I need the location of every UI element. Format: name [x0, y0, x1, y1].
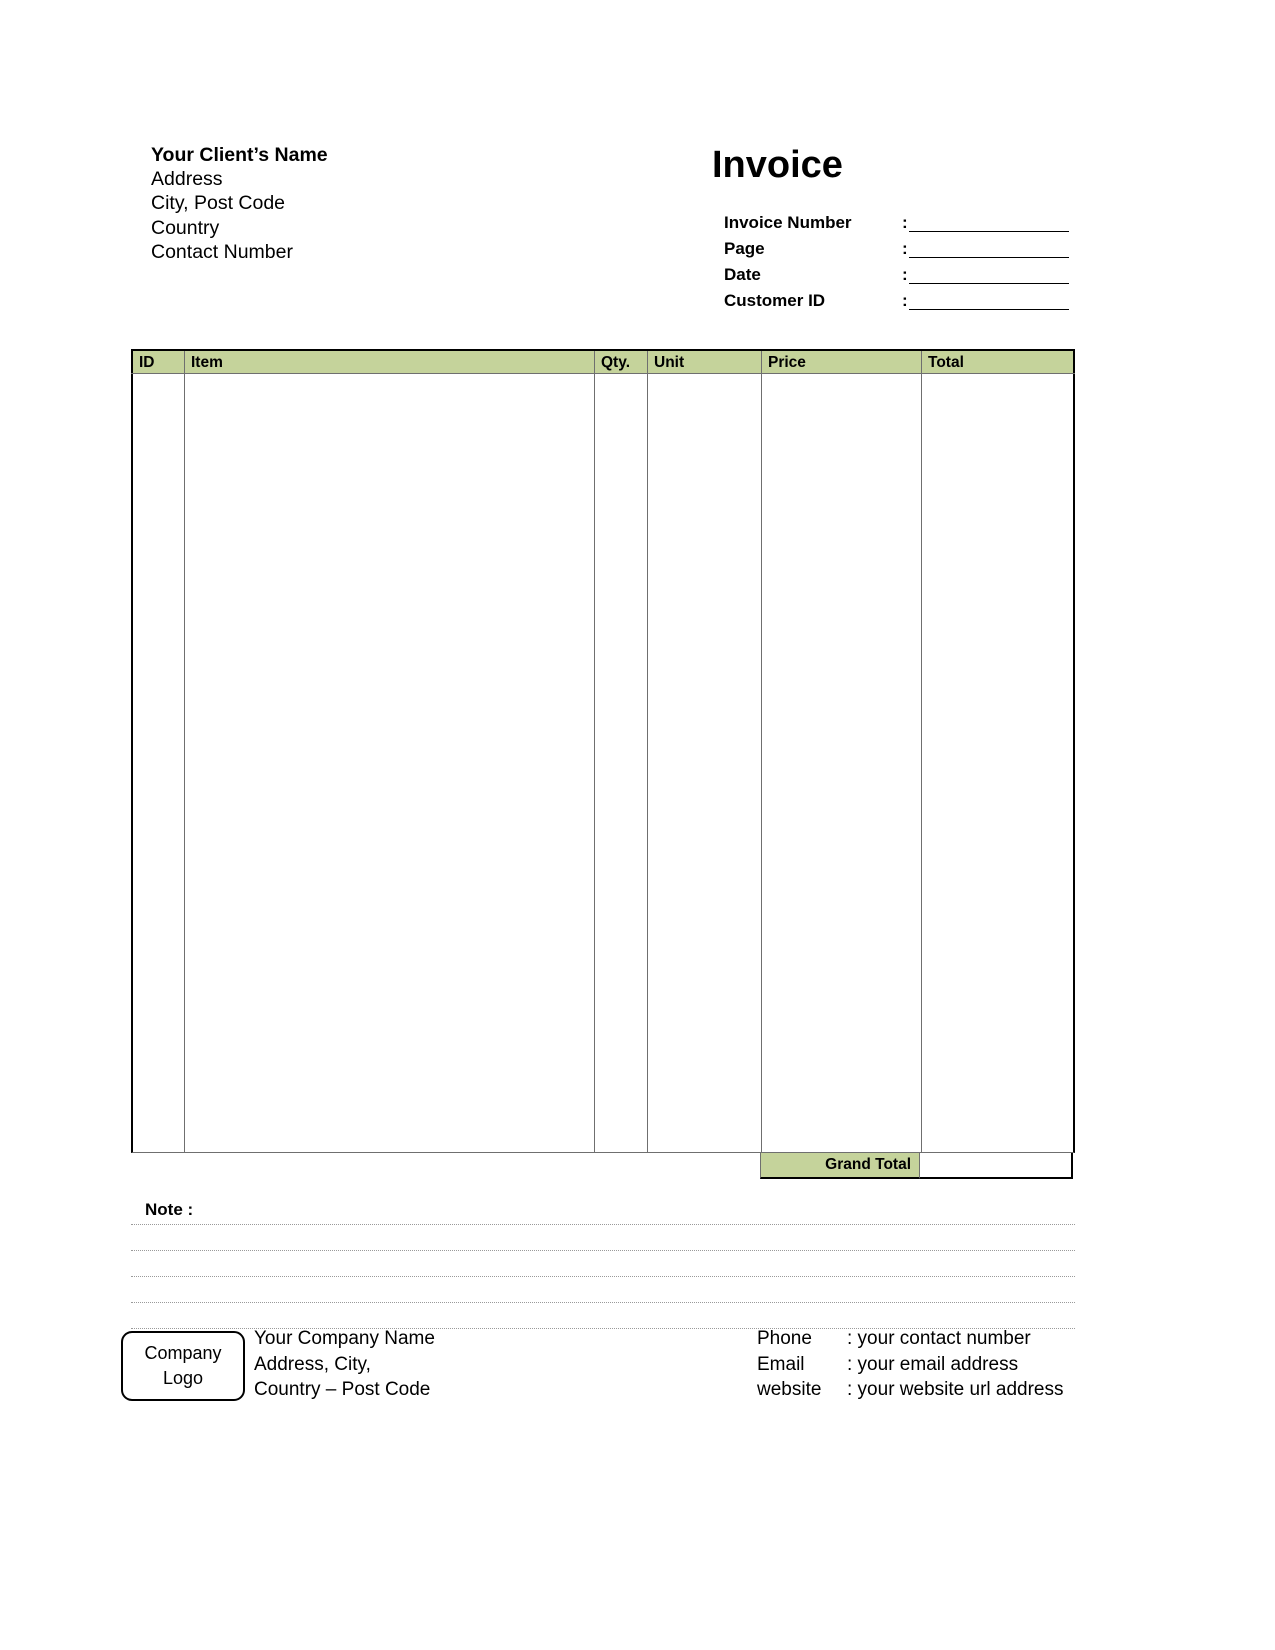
column-header-id: ID	[131, 351, 185, 373]
contact-label-website: website	[757, 1379, 822, 1400]
grand-total-row: Grand Total	[131, 1153, 1075, 1179]
contact-label-email: Email	[757, 1353, 805, 1375]
grand-total-value[interactable]	[920, 1153, 1073, 1179]
contact-row-phone: Phone : your contact number	[757, 1326, 1087, 1352]
column-header-qty: Qty.	[595, 351, 648, 373]
meta-label-date: Date	[724, 265, 761, 284]
company-address-block: Your Company Name Address, City, Country…	[254, 1326, 684, 1403]
column-header-item: Item	[185, 351, 595, 373]
client-city-line: City, Post Code	[151, 192, 286, 215]
meta-row-customer-id: Customer ID :	[724, 290, 1074, 316]
company-logo-line1: Company	[144, 1343, 222, 1363]
contact-value-phone: : your contact number	[847, 1328, 1031, 1349]
meta-colon: :	[902, 291, 908, 310]
meta-colon: :	[902, 265, 908, 284]
column-header-unit: Unit	[648, 351, 762, 373]
table-cell-unit-column[interactable]	[648, 374, 762, 1153]
client-country-line: Country	[151, 216, 220, 239]
note-label: Note :	[145, 1200, 194, 1219]
note-line[interactable]	[131, 1250, 1075, 1251]
table-cell-total-column[interactable]	[922, 374, 1075, 1153]
column-header-total: Total	[922, 351, 1075, 373]
meta-colon: :	[902, 213, 908, 232]
table-cell-price-column[interactable]	[762, 374, 922, 1153]
meta-input-invoice-number[interactable]	[909, 231, 1069, 232]
line-items-table: ID Item Qty. Unit Price Total	[131, 349, 1075, 1153]
contact-value-email: : your email address	[847, 1353, 1019, 1375]
contact-row-website: website : your website url address	[757, 1377, 1087, 1403]
meta-label-invoice-number: Invoice Number	[724, 213, 852, 232]
meta-input-date[interactable]	[909, 283, 1069, 284]
company-name: Your Company Name	[254, 1328, 435, 1349]
contact-label-phone: Phone	[757, 1328, 812, 1349]
client-address-line: Address	[151, 168, 223, 191]
contact-row-email: Email : your email address	[757, 1352, 1087, 1378]
table-body	[131, 374, 1075, 1153]
company-country-line: Country – Post Code	[254, 1379, 431, 1400]
table-cell-qty-column[interactable]	[595, 374, 648, 1153]
meta-input-customer-id[interactable]	[909, 309, 1069, 310]
company-logo-placeholder[interactable]: Company Logo	[121, 1331, 245, 1401]
table-cell-id-column[interactable]	[131, 374, 185, 1153]
table-cell-item-column[interactable]	[185, 374, 595, 1153]
contact-value-website: : your website url address	[847, 1379, 1064, 1400]
meta-input-page[interactable]	[909, 257, 1069, 258]
page-title: Invoice	[712, 144, 843, 186]
column-header-price: Price	[762, 351, 922, 373]
meta-label-page: Page	[724, 239, 765, 258]
note-line[interactable]	[131, 1276, 1075, 1277]
client-contact-line: Contact Number	[151, 240, 293, 263]
company-contact-block: Phone : your contact number Email : your…	[757, 1326, 1087, 1403]
meta-row-invoice-number: Invoice Number :	[724, 212, 1074, 238]
grand-total-label: Grand Total	[760, 1153, 920, 1179]
note-line[interactable]	[131, 1302, 1075, 1303]
client-name: Your Client’s Name	[151, 144, 328, 166]
company-address-line: Address, City,	[254, 1353, 371, 1375]
client-address-block: Your Client’s Name Address City, Post Co…	[151, 143, 581, 264]
meta-row-date: Date :	[724, 264, 1074, 290]
company-logo-line2: Logo	[162, 1368, 204, 1388]
invoice-page: Your Client’s Name Address City, Post Co…	[0, 0, 1275, 1650]
meta-label-customer-id: Customer ID	[724, 291, 826, 310]
note-line[interactable]	[131, 1224, 1075, 1225]
meta-row-page: Page :	[724, 238, 1074, 264]
meta-colon: :	[902, 239, 908, 258]
table-header-row: ID Item Qty. Unit Price Total	[131, 349, 1075, 374]
invoice-meta-fields: Invoice Number : Page : Date : Customer …	[724, 212, 1074, 316]
grand-total-spacer	[131, 1153, 760, 1179]
